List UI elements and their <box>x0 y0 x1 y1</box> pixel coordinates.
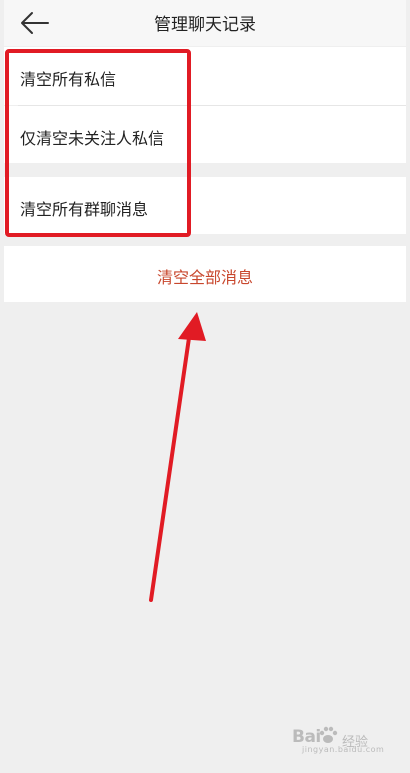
clear-all-messages-button[interactable]: 清空全部消息 <box>4 246 406 302</box>
watermark-url: jingyan.baidu.com <box>302 745 385 754</box>
baidu-jingyan-watermark: Bai 经验 jingyan.baidu.com <box>292 723 385 755</box>
highlight-box <box>5 49 191 237</box>
page-title: 管理聊天记录 <box>154 15 256 35</box>
paw-icon <box>319 726 338 743</box>
clear-all-messages-label: 清空全部消息 <box>156 268 253 287</box>
nav-bar: 管理聊天记录 <box>4 0 406 46</box>
